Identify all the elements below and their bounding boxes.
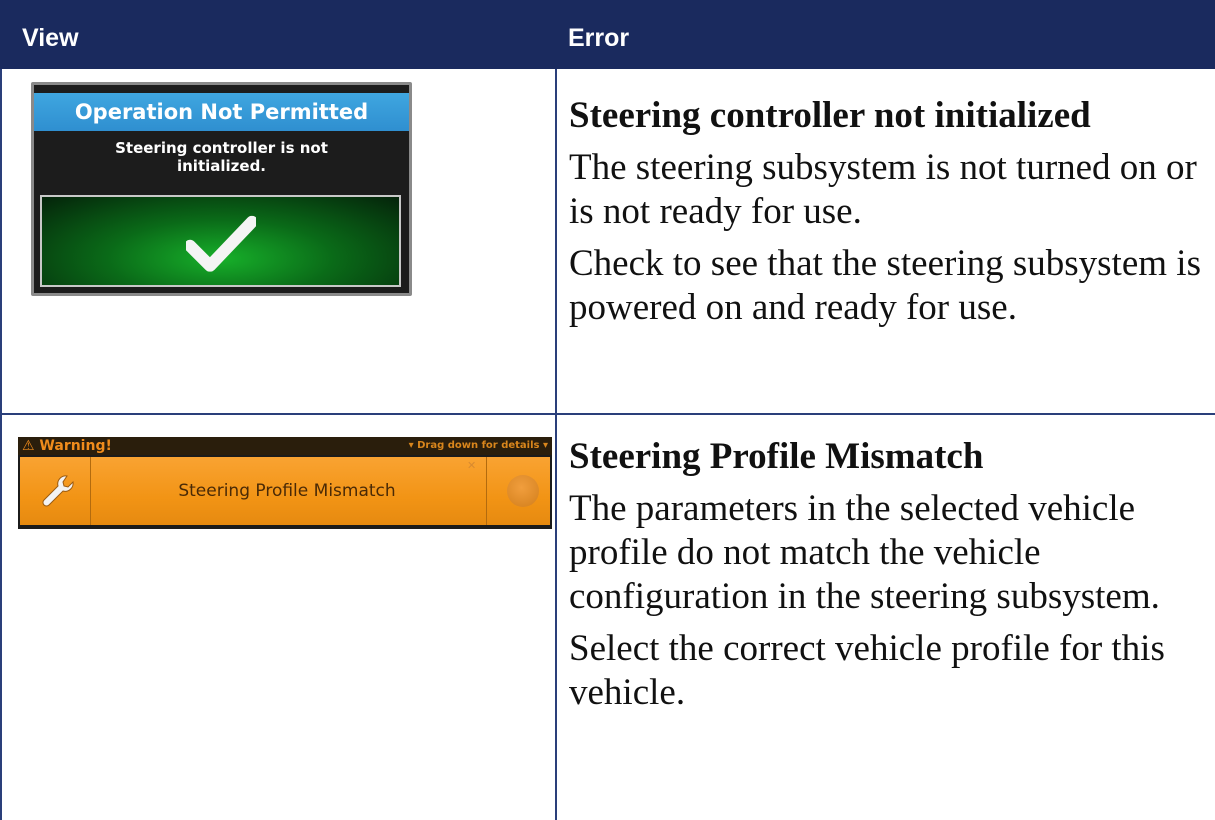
checkmark-icon [185, 215, 256, 272]
dialog-title: Operation Not Permitted [34, 93, 409, 131]
warning-title: ⚠ Warning! [22, 438, 112, 454]
warning-message: Steering Profile Mismatch [178, 481, 396, 501]
row-divider [0, 413, 1215, 415]
circle-icon[interactable] [507, 475, 539, 507]
drag-hint[interactable]: ▾ Drag down for details ▾ [409, 437, 548, 455]
error-table: View Error Operation Not Permitted Steer… [0, 0, 1215, 820]
error-cell-1: Steering controller not initialized The … [569, 94, 1209, 330]
dialog-message: Steering controller is not initialized. [115, 139, 328, 175]
error-description: The steering subsystem is not turned on … [569, 147, 1197, 232]
operation-not-permitted-dialog: Operation Not Permitted Steering control… [31, 82, 412, 296]
warning-body: Steering Profile Mismatch ✕ [20, 457, 550, 525]
error-title: Steering Profile Mismatch [569, 436, 984, 477]
warning-header: ⚠ Warning! ▾ Drag down for details ▾ [18, 437, 552, 455]
separator [90, 457, 91, 525]
wrench-icon [42, 475, 74, 507]
ok-button[interactable] [40, 195, 401, 287]
error-action: Check to see that the steering subsystem… [569, 243, 1201, 328]
warning-bar[interactable]: ⚠ Warning! ▾ Drag down for details ▾ Ste… [18, 437, 552, 529]
table-header: View Error [0, 0, 1215, 69]
separator [486, 457, 487, 525]
header-error: Error [568, 24, 630, 52]
left-border [0, 69, 2, 820]
error-action: Select the correct vehicle profile for t… [569, 628, 1165, 713]
error-title: Steering controller not initialized [569, 95, 1091, 136]
error-description: The parameters in the selected vehicle p… [569, 488, 1160, 617]
header-view: View [22, 24, 79, 52]
column-divider [555, 69, 557, 820]
error-cell-2: Steering Profile Mismatch The parameters… [569, 435, 1209, 715]
expand-icon: ✕ [467, 459, 477, 472]
